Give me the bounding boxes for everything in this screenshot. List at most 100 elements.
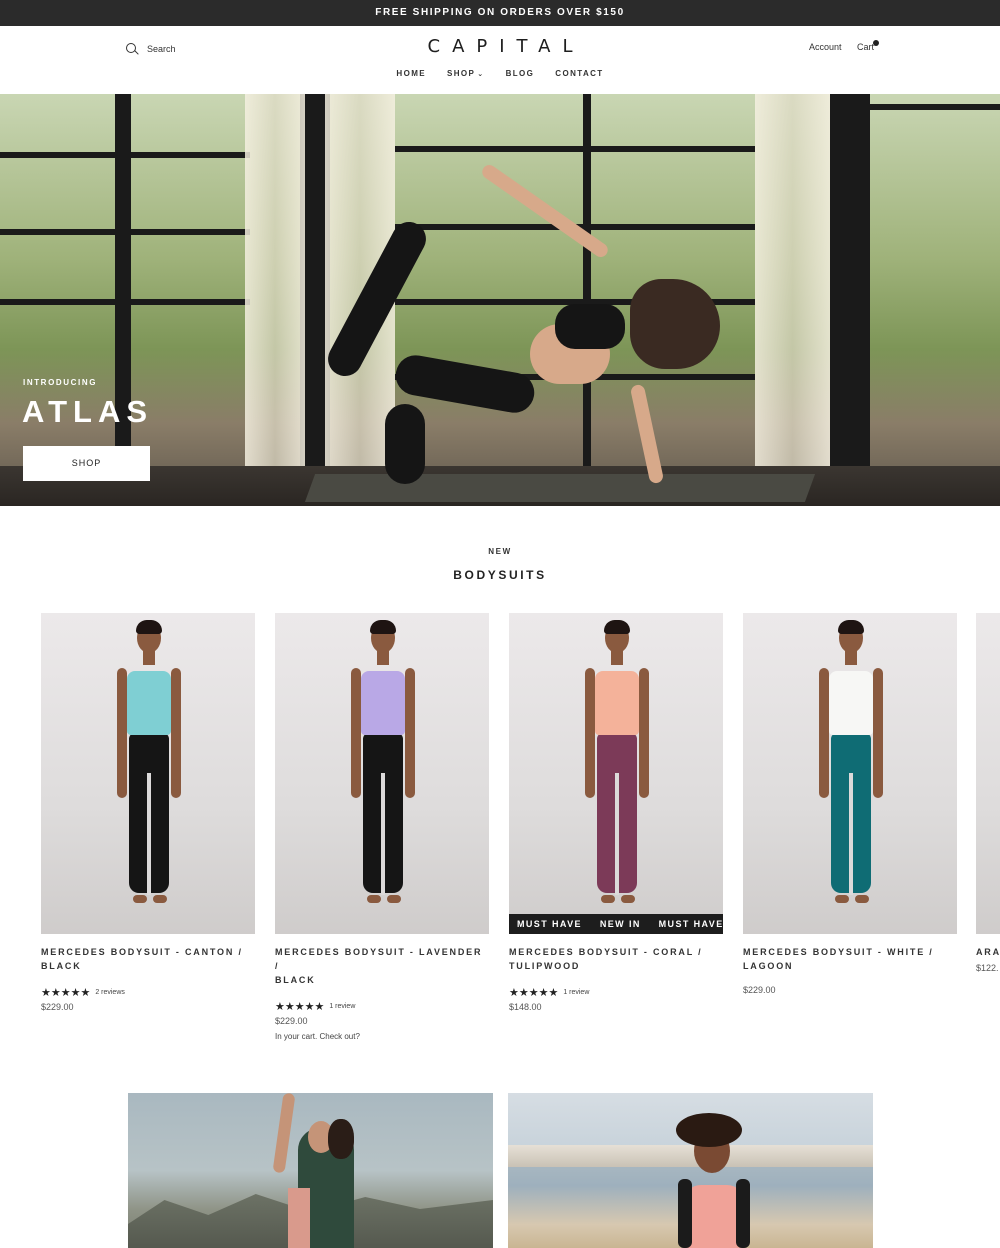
- model-strap: [736, 1179, 750, 1248]
- window-frame: [0, 229, 250, 235]
- product-title[interactable]: MERCEDES BODYSUIT - WHITE / LAGOON: [743, 945, 957, 973]
- curtain: [245, 94, 305, 466]
- product-title-line: BLACK: [275, 975, 316, 985]
- cart-link[interactable]: Cart: [857, 42, 874, 52]
- model-leg-gap: [381, 773, 385, 895]
- model-neck: [143, 651, 155, 665]
- product-price: $122.: [976, 963, 999, 973]
- product-rating[interactable]: ★★★★★ 1 review: [275, 1000, 489, 1013]
- model-foot: [601, 895, 615, 903]
- model-neck: [377, 651, 389, 665]
- model-leg-gap: [849, 773, 853, 895]
- review-count: 1 review: [563, 988, 590, 996]
- product-title-line: TULIPWOOD: [509, 961, 581, 971]
- review-count: 2 reviews: [95, 988, 125, 996]
- cart-indicator-icon: [873, 40, 879, 46]
- product-title[interactable]: MERCEDES BODYSUIT - CORAL / TULIPWOOD: [509, 945, 723, 973]
- model-hair: [604, 620, 630, 634]
- hero-shop-button[interactable]: SHOP: [23, 446, 150, 481]
- product-title-line: MERCEDES BODYSUIT - CORAL /: [509, 947, 703, 957]
- product-rating[interactable]: ★★★★★ 1 review: [509, 986, 723, 999]
- model-hair: [136, 620, 162, 634]
- nav-home[interactable]: HOME: [396, 69, 426, 78]
- badge-must-have: MUST HAVE: [658, 919, 723, 929]
- product-rating[interactable]: ★★★★★ 2 reviews: [41, 986, 255, 999]
- nav-blog[interactable]: BLOG: [506, 69, 535, 78]
- model-arm: [585, 668, 595, 798]
- collection-banner-right[interactable]: [508, 1093, 873, 1248]
- model-hair: [676, 1113, 742, 1147]
- window-frame: [870, 104, 1000, 110]
- figure-top: [555, 304, 625, 349]
- product-card: MERCEDES BODYSUIT - LAVENDER / BLACK ★★★…: [275, 613, 489, 1041]
- star-icon: ★★★★★: [275, 1000, 325, 1013]
- section-title: BODYSUITS: [453, 568, 547, 582]
- model-arm: [873, 668, 883, 798]
- model-foot: [153, 895, 167, 903]
- product-image[interactable]: MUST HAVE NEW IN MUST HAVE N: [509, 613, 723, 934]
- review-count: 1 review: [329, 1002, 356, 1010]
- product-price: $229.00: [41, 1002, 74, 1012]
- product-title[interactable]: MERCEDES BODYSUIT - CANTON / BLACK: [41, 945, 255, 973]
- curtain: [755, 94, 830, 466]
- product-title-line: MERCEDES BODYSUIT - WHITE /: [743, 947, 934, 957]
- product-image[interactable]: [41, 613, 255, 934]
- model-hair: [328, 1119, 354, 1159]
- star-icon: ★★★★★: [509, 986, 559, 999]
- model-foot: [621, 895, 635, 903]
- product-image[interactable]: [275, 613, 489, 934]
- site-logo[interactable]: CAPITAL: [0, 36, 1000, 57]
- figure-knee: [385, 404, 425, 484]
- nav-shop[interactable]: SHOP ⌄: [447, 69, 485, 78]
- product-price: $229.00: [743, 985, 776, 995]
- product-image[interactable]: [976, 613, 1000, 934]
- product-title[interactable]: MERCEDES BODYSUIT - LAVENDER / BLACK: [275, 945, 489, 987]
- star-icon: ★★★★★: [41, 986, 91, 999]
- account-link[interactable]: Account: [809, 42, 842, 52]
- model-hair: [838, 620, 864, 634]
- product-card-partial: ARA $122.: [976, 613, 1000, 973]
- badge-new-in: NEW IN: [599, 919, 641, 929]
- product-card: MERCEDES BODYSUIT - CANTON / BLACK ★★★★★…: [41, 613, 255, 1012]
- product-price: $229.00: [275, 1016, 308, 1026]
- hero-intro: INTRODUCING: [23, 378, 98, 387]
- model-foot: [133, 895, 147, 903]
- figure-hair: [630, 279, 720, 369]
- main-nav: HOME SHOP ⌄ BLOG CONTACT: [0, 69, 1000, 78]
- product-title[interactable]: ARA: [976, 945, 1000, 959]
- window-frame: [0, 299, 250, 305]
- nav-contact[interactable]: CONTACT: [555, 69, 603, 78]
- product-image[interactable]: [743, 613, 957, 934]
- collection-banner-left[interactable]: [128, 1093, 493, 1248]
- model-top: [361, 671, 405, 735]
- model-foot: [855, 895, 869, 903]
- product-title-line: BLACK: [41, 961, 82, 971]
- model-foot: [387, 895, 401, 903]
- model-foot: [367, 895, 381, 903]
- window-frame: [830, 94, 870, 466]
- model-arm: [819, 668, 829, 798]
- in-cart-checkout-link[interactable]: In your cart. Check out?: [275, 1032, 489, 1041]
- nav-shop-label: SHOP: [447, 69, 476, 78]
- model-neck: [845, 651, 857, 665]
- model-top: [127, 671, 171, 735]
- window-frame: [0, 152, 250, 158]
- model-neck: [611, 651, 623, 665]
- model-strap: [678, 1179, 692, 1248]
- product-title-line: MERCEDES BODYSUIT - CANTON /: [41, 947, 243, 957]
- product-badge-strip: MUST HAVE NEW IN MUST HAVE N: [509, 914, 723, 934]
- coastline: [508, 1145, 873, 1167]
- product-price: $148.00: [509, 1002, 542, 1012]
- window-frame: [395, 146, 755, 152]
- product-title-line: MERCEDES BODYSUIT - LAVENDER /: [275, 947, 483, 971]
- model-arm: [639, 668, 649, 798]
- section-eyebrow: NEW: [488, 547, 512, 556]
- hero-banner: INTRODUCING ATLAS SHOP: [0, 94, 1000, 506]
- hero-title: ATLAS: [22, 394, 154, 429]
- model-foot: [835, 895, 849, 903]
- product-card: MERCEDES BODYSUIT - WHITE / LAGOON $229.…: [743, 613, 957, 995]
- badge-must-have: MUST HAVE: [517, 919, 582, 929]
- yoga-mat: [304, 474, 816, 502]
- model-leg-gap: [147, 773, 151, 895]
- announcement-bar: FREE SHIPPING ON ORDERS OVER $150: [0, 0, 1000, 26]
